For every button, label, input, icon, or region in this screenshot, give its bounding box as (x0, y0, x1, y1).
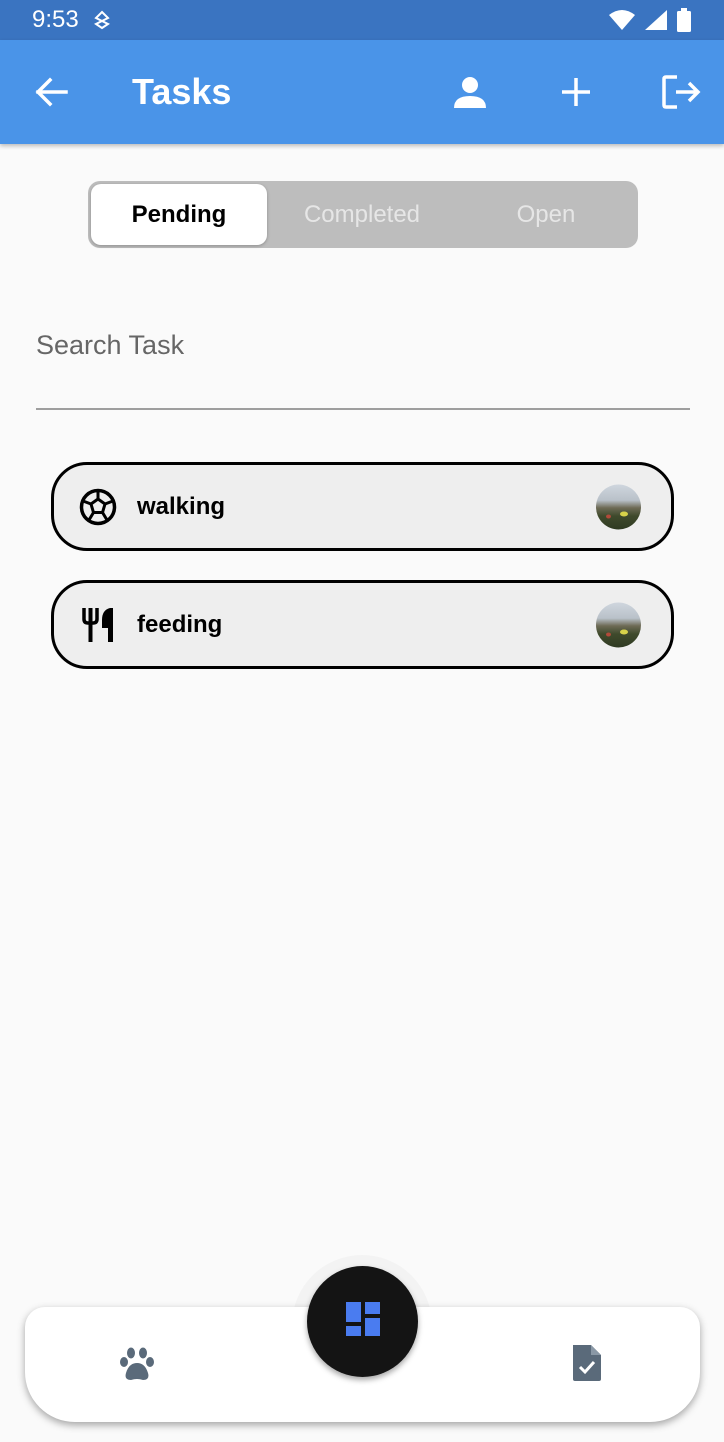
data-saver-icon (93, 10, 111, 30)
wifi-icon (608, 9, 636, 31)
tab-pending[interactable]: Pending (91, 184, 267, 245)
paw-icon[interactable] (117, 1345, 157, 1385)
task-document-icon[interactable] (569, 1343, 609, 1383)
search-field (36, 320, 690, 410)
dashboard-icon (345, 1301, 381, 1342)
task-name: feeding (137, 610, 223, 638)
battery-icon (676, 8, 692, 32)
status-time: 9:53 (32, 6, 79, 33)
back-arrow-icon[interactable] (29, 70, 73, 114)
dashboard-fab-button[interactable] (307, 1266, 418, 1377)
task-name: walking (137, 492, 226, 520)
soccer-ball-icon (78, 487, 118, 527)
search-input[interactable] (36, 320, 690, 370)
person-icon[interactable] (448, 70, 492, 114)
signal-icon (644, 9, 668, 31)
app-bar: Tasks (0, 40, 724, 144)
restaurant-icon (78, 605, 118, 645)
task-card-walking[interactable]: walking (51, 462, 674, 551)
task-card-feeding[interactable]: feeding (51, 580, 674, 669)
avatar (596, 484, 641, 529)
plus-icon[interactable] (554, 70, 598, 114)
page-title: Tasks (132, 71, 232, 112)
task-filter-segmented-control: Pending Completed Open (88, 181, 638, 248)
avatar (596, 602, 641, 647)
tab-open[interactable]: Open (455, 184, 637, 245)
tab-completed[interactable]: Completed (271, 184, 453, 245)
status-bar: 9:53 (0, 0, 724, 40)
logout-icon[interactable] (660, 70, 704, 114)
